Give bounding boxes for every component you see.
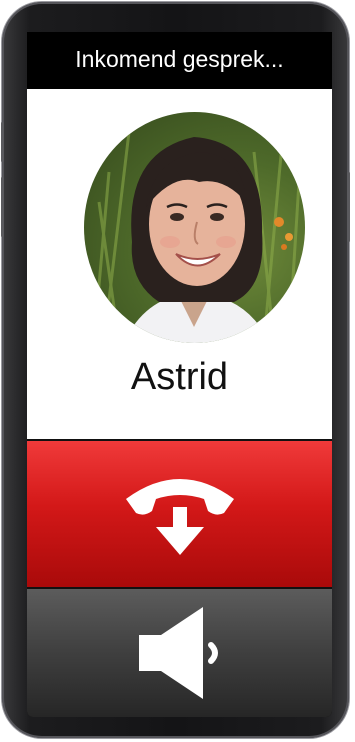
reject-call-button[interactable] <box>27 439 332 587</box>
caller-name: Astrid <box>130 356 229 398</box>
side-button <box>1 122 4 162</box>
speaker-button[interactable] <box>27 587 332 717</box>
speaker-icon <box>138 607 218 699</box>
caller-avatar <box>84 112 305 343</box>
caller-panel: Astrid <box>27 89 332 439</box>
hang-up-icon <box>125 479 234 555</box>
side-button <box>1 177 4 237</box>
call-screen: Inkomend gesprek... Astrid <box>27 32 332 717</box>
phone-frame: Inkomend gesprek... Astrid <box>1 2 350 738</box>
side-button <box>347 172 350 242</box>
call-status-text: Inkomend gesprek... <box>75 46 284 72</box>
caller-photo <box>92 121 301 343</box>
call-status-bar: Inkomend gesprek... <box>27 32 332 89</box>
